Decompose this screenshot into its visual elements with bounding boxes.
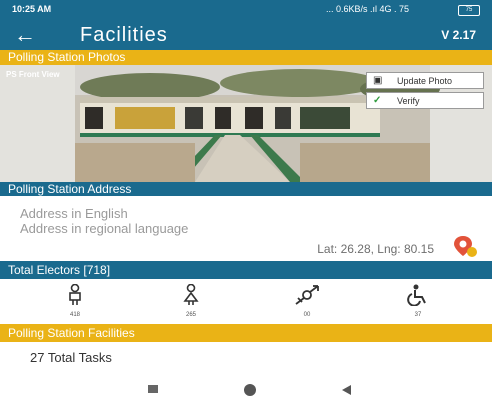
back-arrow-icon[interactable]: ←	[14, 23, 36, 47]
pwd-count: 37	[414, 312, 422, 318]
electors-section-header: Total Electors [718]	[0, 261, 492, 279]
status-time: 10:25 AM	[12, 4, 52, 14]
wheelchair-icon	[407, 284, 426, 307]
check-icon: ✓	[373, 95, 382, 106]
address-regional-field[interactable]: Address in regional language	[20, 221, 188, 236]
male-icon	[69, 283, 81, 305]
female-icon	[183, 283, 199, 305]
photos-section-header: Polling Station Photos	[0, 50, 492, 65]
photo-view-label: PS Front View	[6, 70, 60, 79]
male-count: 418	[69, 312, 80, 318]
third-gender-count: 00	[303, 312, 311, 318]
update-photo-label: Update Photo	[397, 76, 453, 86]
electors-breakdown: 418 265 00 37	[0, 280, 492, 322]
polling-station-photo[interactable]: PS Front View ▣ Update Photo ✓ Verify	[0, 65, 492, 182]
verify-label: Verify	[397, 96, 420, 106]
recent-apps-icon[interactable]	[148, 385, 158, 393]
elector-third-gender: 00	[277, 284, 337, 318]
facilities-section-header: Polling Station Facilities	[0, 324, 492, 342]
elector-male: 418	[45, 283, 105, 318]
facilities-screen: 10:25 AM ... 0.6KB/s .ıl 4G . 75 75 ← Fa…	[0, 0, 492, 403]
address-english-field[interactable]: Address in English	[20, 206, 128, 221]
address-section: Address in English Address in regional l…	[0, 196, 492, 260]
page-title: Facilities	[80, 24, 168, 46]
status-network: ... 0.6KB/s .ıl 4G . 75	[326, 4, 410, 14]
address-section-header: Polling Station Address	[0, 182, 492, 196]
elector-female: 265	[161, 283, 221, 318]
third-gender-icon	[295, 285, 319, 305]
female-count: 265	[185, 312, 196, 318]
location-coordinates: Lat: 26.28, Lng: 80.15	[317, 242, 434, 256]
update-photo-button[interactable]: ▣ Update Photo	[366, 72, 484, 89]
verify-button[interactable]: ✓ Verify	[366, 92, 484, 109]
elector-pwd: 37	[388, 284, 448, 318]
camera-icon: ▣	[373, 75, 383, 86]
app-bar: ← Facilities V 2.17	[0, 20, 492, 50]
battery-icon: 75	[458, 5, 480, 16]
total-tasks[interactable]: 27 Total Tasks	[30, 350, 112, 365]
nav-back-icon[interactable]	[342, 385, 351, 395]
location-pin-icon[interactable]	[452, 234, 478, 258]
android-nav-bar	[0, 375, 492, 403]
home-icon[interactable]	[244, 384, 256, 396]
status-bar: 10:25 AM ... 0.6KB/s .ıl 4G . 75 75	[0, 0, 492, 20]
app-version: V 2.17	[441, 28, 476, 42]
